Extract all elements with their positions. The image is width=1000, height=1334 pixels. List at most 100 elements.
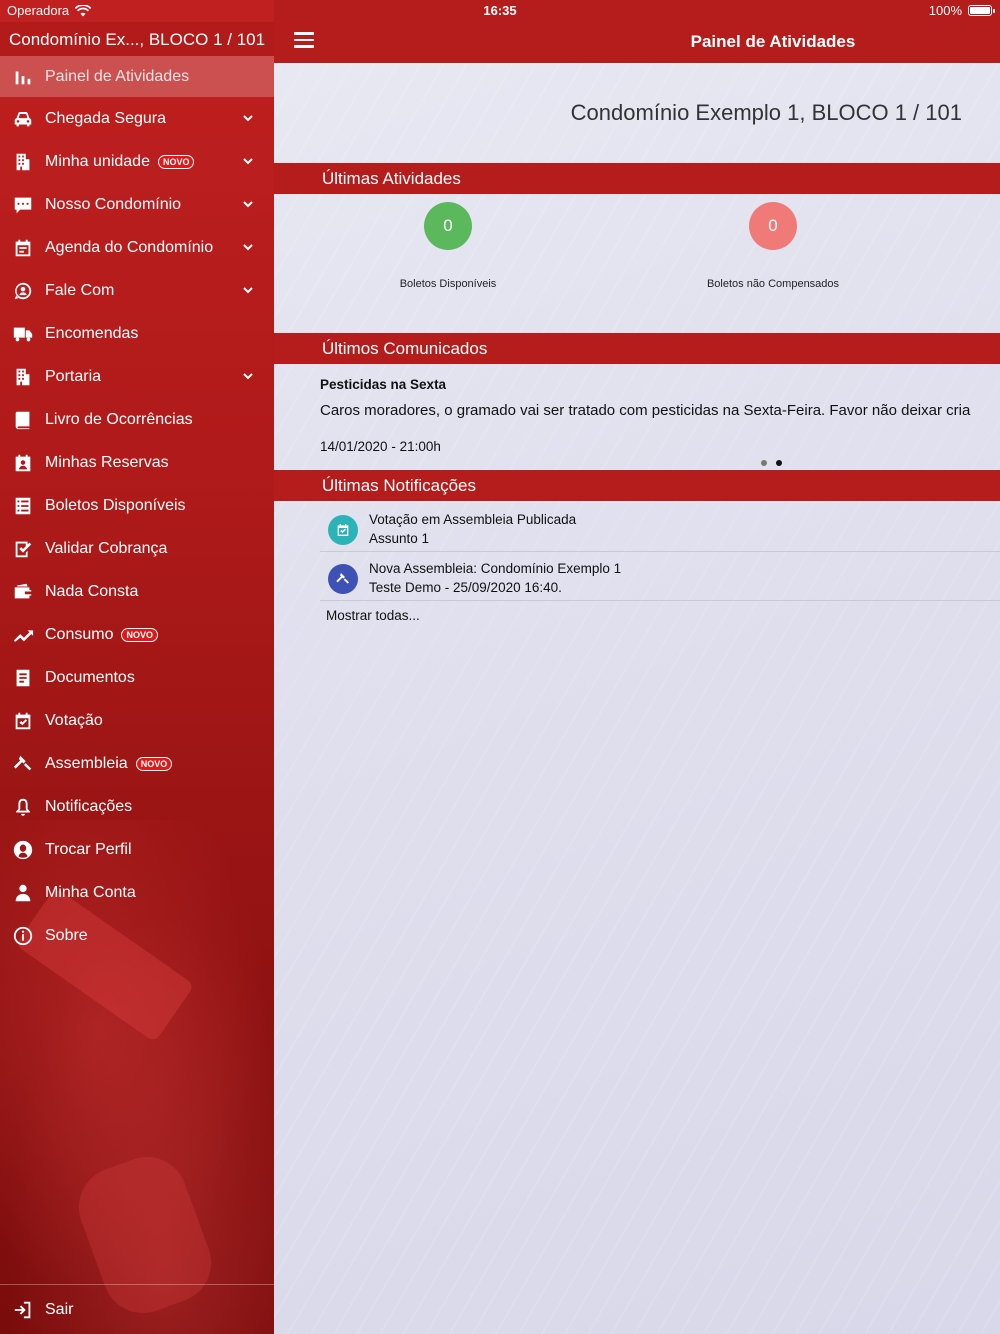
section-header-communications: Últimos Comunicados <box>274 333 1000 364</box>
sidebar-item-encomendas[interactable]: Encomendas <box>0 312 274 355</box>
chevron-down-icon[interactable] <box>242 111 254 123</box>
check-list-icon <box>0 538 45 560</box>
sidebar-item-label: Votação <box>45 711 103 729</box>
communication-body[interactable]: Caros moradores, o gramado vai ser trata… <box>320 402 970 419</box>
sidebar-item-label: Documentos <box>45 668 135 686</box>
calendar-person-icon <box>0 452 45 474</box>
notification-title: Nova Assembleia: Condomínio Exemplo 1 <box>369 561 622 576</box>
activity-label-available-bills: Boletos Disponíveis <box>399 278 497 290</box>
carousel-page-indicator[interactable] <box>761 460 782 466</box>
status-time: 16:35 <box>483 3 517 18</box>
notification-title: Votação em Assembleia Publicada <box>369 512 577 527</box>
activity-label-uncompensated-bills: Boletos não Compensados <box>706 278 840 290</box>
contact-icon <box>0 280 45 302</box>
battery-icon <box>968 5 995 16</box>
sidebar-item-label: Chegada Segura <box>45 109 166 127</box>
sidebar-menu: Painel de Atividades Chegada Segura Minh… <box>0 56 274 957</box>
notification-subtitle: Teste Demo - 25/09/2020 16:40. <box>369 580 562 595</box>
sidebar-item-validar-cobranca[interactable]: Validar Cobrança <box>0 527 274 570</box>
activity-count-uncompensated-bills[interactable]: 0 <box>749 202 797 250</box>
page-dot[interactable] <box>761 460 767 466</box>
section-header-activities: Últimas Atividades <box>274 163 1000 194</box>
page-title: Painel de Atividades <box>690 32 856 51</box>
sidebar-item-label: Minha Conta <box>45 883 136 901</box>
logout-icon <box>0 1299 45 1321</box>
sidebar-item-assembleia[interactable]: Assembleia NOVO <box>0 742 274 785</box>
chevron-down-icon[interactable] <box>242 283 254 295</box>
sidebar-item-votacao[interactable]: Votação <box>0 699 274 742</box>
car-icon <box>0 108 45 130</box>
sidebar-item-nada-consta[interactable]: Nada Consta <box>0 570 274 613</box>
sidebar-title: Condomínio Ex..., BLOCO 1 / 101 <box>9 30 266 49</box>
page-dot-active[interactable] <box>776 460 782 466</box>
document-icon <box>0 667 45 689</box>
wallet-icon <box>0 581 45 603</box>
trend-icon <box>0 624 45 646</box>
sidebar-item-label: Encomendas <box>45 324 139 342</box>
status-bar: Operadora 16:35 100% <box>0 0 1000 22</box>
sidebar-item-trocar-perfil[interactable]: Trocar Perfil <box>0 828 274 871</box>
sidebar-item-label: Painel de Atividades <box>45 67 190 85</box>
book-icon <box>0 409 45 431</box>
sidebar-item-minha-unidade[interactable]: Minha unidade NOVO <box>0 140 274 183</box>
new-badge: NOVO <box>121 627 158 642</box>
list-icon <box>0 495 45 517</box>
sidebar-item-livro-de-ocorrencias[interactable]: Livro de Ocorrências <box>0 398 274 441</box>
sidebar-item-fale-com[interactable]: Fale Com <box>0 269 274 312</box>
sidebar-item-sobre[interactable]: Sobre <box>0 914 274 957</box>
sidebar-divider <box>0 1284 274 1285</box>
building-icon <box>0 366 45 388</box>
calendar-icon <box>0 237 45 259</box>
communication-date: 14/01/2020 - 21:00h <box>320 439 441 454</box>
sidebar-item-agenda-do-condominio[interactable]: Agenda do Condomínio <box>0 226 274 269</box>
activity-count-available-bills[interactable]: 0 <box>424 202 472 250</box>
sidebar-item-boletos-disponiveis[interactable]: Boletos Disponíveis <box>0 484 274 527</box>
sidebar-item-label: Trocar Perfil <box>45 840 132 858</box>
notification-item[interactable]: Nova Assembleia: Condomínio Exemplo 1 Te… <box>320 552 1000 601</box>
section-header-notifications: Últimas Notificações <box>274 470 1000 501</box>
profile-icon <box>0 839 45 861</box>
sidebar-item-label: Notificações <box>45 797 133 815</box>
sidebar-item-painel-de-atividades[interactable]: Painel de Atividades <box>0 56 274 97</box>
sidebar-item-chegada-segura[interactable]: Chegada Segura <box>0 97 274 140</box>
chevron-down-icon[interactable] <box>242 197 254 209</box>
sidebar: Condomínio Ex..., BLOCO 1 / 101 Painel d… <box>0 0 274 1334</box>
calendar-check-icon <box>328 515 358 545</box>
person-icon <box>0 882 45 904</box>
new-badge: NOVO <box>157 154 195 169</box>
sidebar-item-label: Consumo <box>45 625 114 643</box>
chevron-down-icon[interactable] <box>242 369 254 381</box>
sidebar-item-label: Assembleia <box>45 754 128 772</box>
sidebar-item-label: Nosso Condomínio <box>45 195 182 213</box>
sidebar-item-label: Fale Com <box>45 281 115 299</box>
sidebar-item-label: Validar Cobrança <box>45 539 168 557</box>
sidebar-item-label: Sobre <box>45 926 88 944</box>
truck-icon <box>0 323 45 345</box>
building-icon <box>0 151 45 173</box>
sidebar-item-nosso-condominio[interactable]: Nosso Condomínio <box>0 183 274 226</box>
sidebar-item-label: Portaria <box>45 367 102 385</box>
info-icon <box>0 925 45 947</box>
sidebar-item-consumo[interactable]: Consumo NOVO <box>0 613 274 656</box>
sidebar-item-label: Boletos Disponíveis <box>45 496 186 514</box>
sidebar-item-notificacoes[interactable]: Notificações <box>0 785 274 828</box>
chevron-down-icon[interactable] <box>242 240 254 252</box>
sidebar-item-documentos[interactable]: Documentos <box>0 656 274 699</box>
main-content: Painel de Atividades Condomínio Exemplo … <box>274 0 1000 1334</box>
logout-button[interactable]: Sair <box>0 1290 274 1330</box>
notification-item[interactable]: Votação em Assembleia Publicada Assunto … <box>320 503 1000 552</box>
sidebar-item-portaria[interactable]: Portaria <box>0 355 274 398</box>
sidebar-item-label: Nada Consta <box>45 582 139 600</box>
calendar-check-icon <box>0 710 45 732</box>
condominium-name: Condomínio Exemplo 1, BLOCO 1 / 101 <box>570 100 962 125</box>
communication-title[interactable]: Pesticidas na Sexta <box>320 377 446 392</box>
gavel-icon <box>0 753 45 775</box>
show-all-notifications-link[interactable]: Mostrar todas... <box>326 608 420 623</box>
chat-icon <box>0 194 45 216</box>
gavel-icon <box>328 564 358 594</box>
sidebar-item-minha-conta[interactable]: Minha Conta <box>0 871 274 914</box>
sidebar-item-label: Minha unidade <box>45 152 150 170</box>
battery-percent: 100% <box>928 3 962 18</box>
chevron-down-icon[interactable] <box>242 154 254 166</box>
sidebar-item-minhas-reservas[interactable]: Minhas Reservas <box>0 441 274 484</box>
